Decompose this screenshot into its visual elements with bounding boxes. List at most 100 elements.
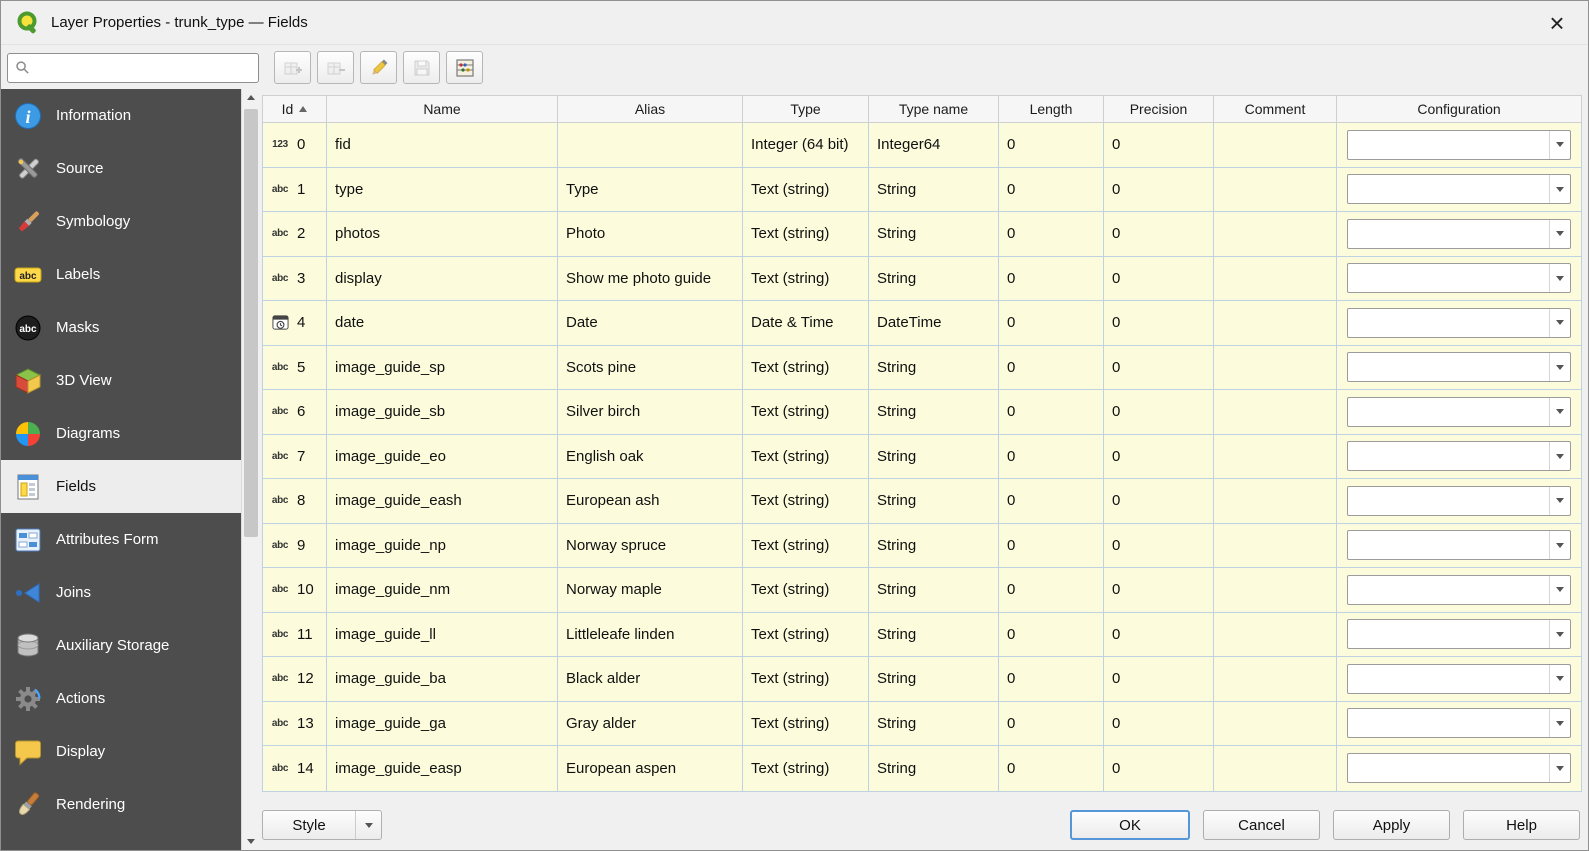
configuration-dropdown[interactable]: [1347, 663, 1571, 694]
column-header-alias[interactable]: Alias: [558, 96, 743, 122]
column-header-type[interactable]: Type: [743, 96, 869, 122]
cell-name[interactable]: image_guide_nm: [327, 568, 558, 613]
cell-type_name[interactable]: String: [869, 345, 999, 390]
cell-alias[interactable]: Gray alder: [558, 701, 743, 746]
cell-id[interactable]: abc 3: [263, 256, 327, 301]
cell-name[interactable]: fid: [327, 123, 558, 168]
cell-length[interactable]: 0: [999, 345, 1104, 390]
cell-type_name[interactable]: String: [869, 523, 999, 568]
cell-id[interactable]: 123 0: [263, 123, 327, 168]
cell-length[interactable]: 0: [999, 701, 1104, 746]
cell-id[interactable]: 4: [263, 301, 327, 346]
sidebar-item-labels[interactable]: abc Labels: [1, 248, 241, 301]
cell-id[interactable]: abc 8: [263, 479, 327, 524]
column-header-length[interactable]: Length: [999, 96, 1104, 122]
cell-name[interactable]: photos: [327, 212, 558, 257]
cell-type[interactable]: Text (string): [743, 746, 869, 791]
ok-button[interactable]: OK: [1070, 810, 1190, 840]
cell-alias[interactable]: Silver birch: [558, 390, 743, 435]
cell-precision[interactable]: 0: [1104, 212, 1214, 257]
field-calculator-button[interactable]: [446, 51, 483, 84]
cell-precision[interactable]: 0: [1104, 434, 1214, 479]
sidebar-scrollbar[interactable]: [241, 89, 260, 850]
cell-type_name[interactable]: String: [869, 434, 999, 479]
cell-alias[interactable]: European aspen: [558, 746, 743, 791]
column-header-id[interactable]: Id: [263, 96, 327, 122]
cell-alias[interactable]: Type: [558, 167, 743, 212]
cell-id[interactable]: abc 13: [263, 701, 327, 746]
cell-id[interactable]: abc 1: [263, 167, 327, 212]
save-edits-button[interactable]: [403, 51, 440, 84]
sidebar-item-rendering[interactable]: Rendering: [1, 778, 241, 831]
cell-alias[interactable]: [558, 123, 743, 168]
cell-comment[interactable]: [1214, 256, 1337, 301]
cell-type_name[interactable]: String: [869, 657, 999, 702]
cell-precision[interactable]: 0: [1104, 123, 1214, 168]
cell-comment[interactable]: [1214, 746, 1337, 791]
apply-button[interactable]: Apply: [1333, 810, 1450, 840]
configuration-dropdown[interactable]: [1347, 574, 1571, 605]
cell-type_name[interactable]: String: [869, 390, 999, 435]
cell-type[interactable]: Text (string): [743, 568, 869, 613]
cell-id[interactable]: abc 7: [263, 434, 327, 479]
cell-id[interactable]: abc 14: [263, 746, 327, 791]
cell-precision[interactable]: 0: [1104, 568, 1214, 613]
cell-type_name[interactable]: String: [869, 701, 999, 746]
cell-name[interactable]: image_guide_np: [327, 523, 558, 568]
sidebar-item-display[interactable]: Display: [1, 725, 241, 778]
sidebar-item-information[interactable]: i Information: [1, 89, 241, 142]
cell-comment[interactable]: [1214, 345, 1337, 390]
scrollbar-thumb[interactable]: [244, 109, 258, 537]
cell-comment[interactable]: [1214, 390, 1337, 435]
cell-length[interactable]: 0: [999, 212, 1104, 257]
cell-comment[interactable]: [1214, 612, 1337, 657]
cell-name[interactable]: type: [327, 167, 558, 212]
cell-length[interactable]: 0: [999, 434, 1104, 479]
sidebar-item-auxiliary-storage[interactable]: Auxiliary Storage: [1, 619, 241, 672]
cell-precision[interactable]: 0: [1104, 657, 1214, 702]
cell-length[interactable]: 0: [999, 167, 1104, 212]
toggle-editing-button[interactable]: [360, 51, 397, 84]
sidebar-item-3d-view[interactable]: 3D View: [1, 354, 241, 407]
cell-type_name[interactable]: String: [869, 167, 999, 212]
sidebar-item-source[interactable]: Source: [1, 142, 241, 195]
cell-name[interactable]: image_guide_sp: [327, 345, 558, 390]
sidebar-item-joins[interactable]: Joins: [1, 566, 241, 619]
sidebar-item-masks[interactable]: abc Masks: [1, 301, 241, 354]
cell-alias[interactable]: Photo: [558, 212, 743, 257]
cancel-button[interactable]: Cancel: [1203, 810, 1320, 840]
cell-alias[interactable]: Littleleafe linden: [558, 612, 743, 657]
cell-type[interactable]: Integer (64 bit): [743, 123, 869, 168]
cell-type[interactable]: Date & Time: [743, 301, 869, 346]
configuration-dropdown[interactable]: [1347, 307, 1571, 338]
cell-alias[interactable]: Scots pine: [558, 345, 743, 390]
style-button[interactable]: Style: [262, 810, 382, 840]
cell-type_name[interactable]: DateTime: [869, 301, 999, 346]
configuration-dropdown[interactable]: [1347, 129, 1571, 160]
cell-id[interactable]: abc 5: [263, 345, 327, 390]
cell-type[interactable]: Text (string): [743, 523, 869, 568]
cell-precision[interactable]: 0: [1104, 746, 1214, 791]
cell-comment[interactable]: [1214, 657, 1337, 702]
cell-type[interactable]: Text (string): [743, 212, 869, 257]
cell-comment[interactable]: [1214, 167, 1337, 212]
cell-type_name[interactable]: Integer64: [869, 123, 999, 168]
cell-type[interactable]: Text (string): [743, 701, 869, 746]
configuration-dropdown[interactable]: [1347, 441, 1571, 472]
cell-name[interactable]: display: [327, 256, 558, 301]
configuration-dropdown[interactable]: [1347, 619, 1571, 650]
cell-alias[interactable]: Black alder: [558, 657, 743, 702]
configuration-dropdown[interactable]: [1347, 218, 1571, 249]
column-header-comment[interactable]: Comment: [1214, 96, 1337, 122]
cell-comment[interactable]: [1214, 568, 1337, 613]
delete-field-button[interactable]: [317, 51, 354, 84]
sidebar-item-diagrams[interactable]: Diagrams: [1, 407, 241, 460]
cell-alias[interactable]: Show me photo guide: [558, 256, 743, 301]
cell-length[interactable]: 0: [999, 746, 1104, 791]
cell-length[interactable]: 0: [999, 123, 1104, 168]
cell-name[interactable]: image_guide_ba: [327, 657, 558, 702]
sidebar-item-fields[interactable]: Fields: [1, 460, 241, 513]
cell-name[interactable]: date: [327, 301, 558, 346]
cell-length[interactable]: 0: [999, 568, 1104, 613]
cell-name[interactable]: image_guide_sb: [327, 390, 558, 435]
